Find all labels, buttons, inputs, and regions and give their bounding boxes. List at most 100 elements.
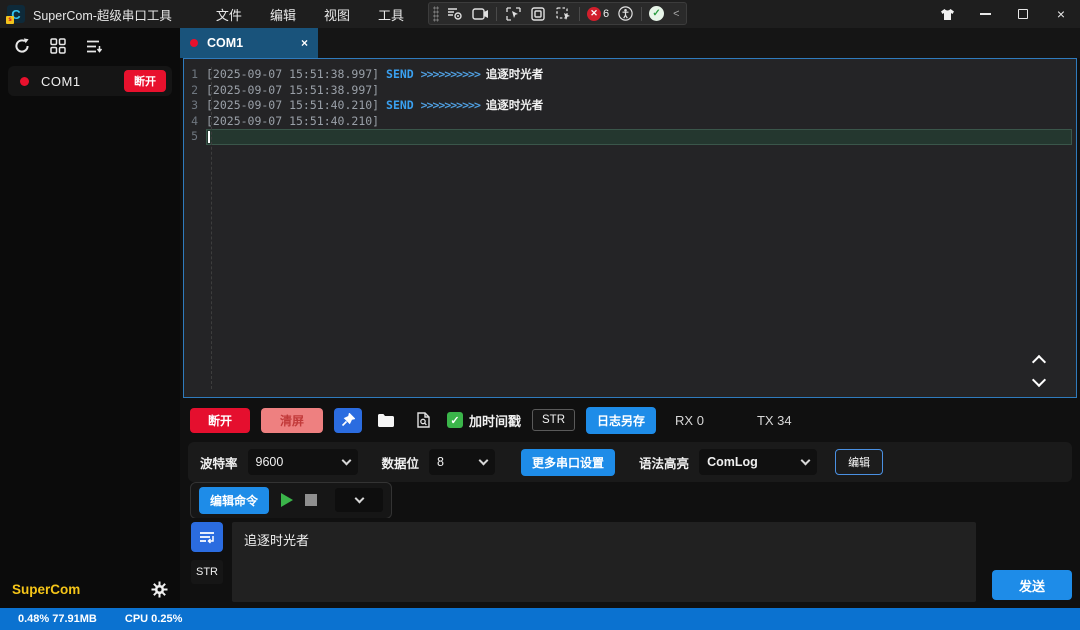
app-window: Cs SuperCom-超级串口工具 文件 编辑 视图 工具 关于: [0, 0, 1080, 630]
log-toolbar: 断开 清屏 ✓ 加时间戳 STR 日志另存 RX 0 TX 34: [180, 398, 1080, 442]
edit-command-button[interactable]: 编辑命令: [199, 487, 269, 514]
command-group: 编辑命令: [190, 482, 392, 519]
sidebar-spacer: [0, 100, 180, 573]
refresh-ports-button[interactable]: [14, 38, 30, 54]
log-timestamp: [2025-09-07 15:51:38.997]: [206, 83, 379, 97]
baud-rate-label: 波特率: [200, 453, 238, 472]
command-select[interactable]: [335, 488, 383, 512]
camera-icon[interactable]: [471, 6, 489, 22]
cursor-select-icon[interactable]: [504, 6, 522, 22]
sidebar: COM1 断开 SuperCom: [0, 28, 180, 608]
data-bits-select[interactable]: 8: [429, 449, 495, 475]
sidebar-toolbar: [0, 28, 180, 62]
titlebar: Cs SuperCom-超级串口工具 文件 编辑 视图 工具 关于: [0, 0, 1080, 28]
line-number: 3: [184, 98, 206, 114]
scroll-down-icon[interactable]: [1032, 373, 1046, 387]
settings-gear-button[interactable]: [151, 581, 168, 598]
send-button[interactable]: 发送: [992, 570, 1072, 600]
send-input-area: STR 追逐时光者 发送: [180, 518, 1080, 608]
stop-icon[interactable]: [305, 494, 317, 506]
send-button-column: 发送: [984, 522, 1080, 602]
log-timestamp: [2025-09-07 15:51:40.210]: [206, 98, 386, 112]
error-badge[interactable]: ✕ 6: [587, 7, 609, 21]
timestamp-checkbox-group[interactable]: ✓ 加时间戳: [447, 411, 521, 430]
window-controls: ×: [928, 0, 1080, 28]
text-cursor: [208, 131, 210, 143]
log-line: 4 [2025-09-07 15:51:40.210]: [184, 114, 1076, 130]
port-disconnect-badge[interactable]: 断开: [124, 70, 166, 92]
log-line: 1 [2025-09-07 15:51:38.997] SEND >>>>>>>…: [184, 67, 1076, 83]
baud-rate-select[interactable]: 9600: [248, 449, 358, 475]
success-check-icon[interactable]: ✓: [649, 6, 664, 21]
syntax-highlight-select[interactable]: ComLog: [699, 449, 817, 475]
play-icon[interactable]: [281, 493, 293, 507]
menu-edit[interactable]: 编辑: [256, 0, 310, 29]
log-line-current: 5: [184, 129, 1076, 145]
tab-close-icon[interactable]: ×: [301, 36, 308, 50]
log-line: 3 [2025-09-07 15:51:40.210] SEND >>>>>>>…: [184, 98, 1076, 114]
chevron-down-icon: [341, 456, 351, 466]
close-button[interactable]: ×: [1042, 0, 1080, 28]
log-send-tag: SEND: [386, 67, 421, 81]
settings-list-icon[interactable]: [446, 6, 464, 22]
accessibility-icon[interactable]: [616, 6, 634, 22]
error-icon: ✕: [587, 7, 601, 21]
timestamp-checkbox[interactable]: ✓: [447, 412, 463, 428]
main-panel: COM1 × 1 [2025-09-07 15:51:38.997] SEND …: [180, 28, 1080, 608]
indent-guide: [211, 67, 212, 389]
log-arrows: >>>>>>>>>>: [421, 67, 486, 81]
current-line-highlight: [206, 129, 1072, 145]
input-format-str-button[interactable]: STR: [191, 560, 223, 584]
port-name: COM1: [41, 74, 81, 89]
menu-view[interactable]: 视图: [310, 0, 364, 29]
send-text-input[interactable]: 追逐时光者: [232, 522, 976, 602]
clear-screen-button[interactable]: 清屏: [261, 408, 323, 433]
log-line: 2 [2025-09-07 15:51:38.997]: [184, 83, 1076, 99]
disconnect-button[interactable]: 断开: [190, 408, 250, 433]
log-message: 追逐时光者: [486, 98, 544, 112]
pin-button[interactable]: [334, 408, 362, 433]
chevron-down-icon: [479, 456, 489, 466]
data-bits-label: 数据位: [382, 453, 420, 472]
line-number: 2: [184, 83, 206, 99]
minimize-button[interactable]: [966, 0, 1004, 28]
command-bar: 编辑命令: [180, 482, 1080, 518]
log-editor[interactable]: 1 [2025-09-07 15:51:38.997] SEND >>>>>>>…: [183, 58, 1077, 398]
log-arrows: >>>>>>>>>>: [421, 98, 486, 112]
scroll-up-icon[interactable]: [1032, 355, 1046, 369]
grid-view-button[interactable]: [50, 38, 66, 54]
input-mode-column: STR: [190, 522, 224, 602]
line-number: 1: [184, 67, 206, 83]
menu-tools[interactable]: 工具: [364, 0, 418, 29]
open-folder-button[interactable]: [373, 408, 399, 433]
display-mode-str-button[interactable]: STR: [532, 409, 575, 431]
brand-label: SuperCom: [12, 582, 80, 597]
close-icon: ×: [1057, 6, 1065, 22]
more-serial-settings-button[interactable]: 更多串口设置: [521, 449, 615, 476]
collapse-toolbar-button[interactable]: <: [671, 8, 681, 20]
tab-label: COM1: [207, 36, 243, 50]
region-select-icon[interactable]: [554, 6, 572, 22]
line-number: 5: [184, 129, 206, 145]
maximize-button[interactable]: [1004, 0, 1042, 28]
port-list-item-com1[interactable]: COM1 断开: [8, 66, 172, 96]
tab-com1[interactable]: COM1 ×: [180, 28, 318, 58]
menu-file[interactable]: 文件: [202, 0, 256, 29]
save-log-button[interactable]: 日志另存: [586, 407, 656, 434]
minimize-icon: [980, 13, 991, 15]
list-view-button[interactable]: [86, 39, 103, 54]
status-bar: 0.48% 77.91MB CPU 0.25%: [0, 608, 1080, 630]
theme-skin-button[interactable]: [928, 0, 966, 28]
view-log-file-button[interactable]: [410, 408, 436, 433]
multi-send-mode-button[interactable]: [191, 522, 223, 552]
log-timestamp: [2025-09-07 15:51:40.210]: [206, 114, 379, 128]
toolbar-separator: [579, 7, 580, 21]
window-select-icon[interactable]: [529, 6, 547, 22]
maximize-icon: [1018, 9, 1028, 19]
drag-handle[interactable]: [433, 6, 439, 22]
log-timestamp: [2025-09-07 15:51:38.997]: [206, 67, 386, 81]
pushpin-icon: [341, 413, 355, 427]
edit-highlight-button[interactable]: 编辑: [835, 449, 883, 475]
log-send-tag: SEND: [386, 98, 421, 112]
rx-counter: RX 0: [675, 413, 704, 428]
